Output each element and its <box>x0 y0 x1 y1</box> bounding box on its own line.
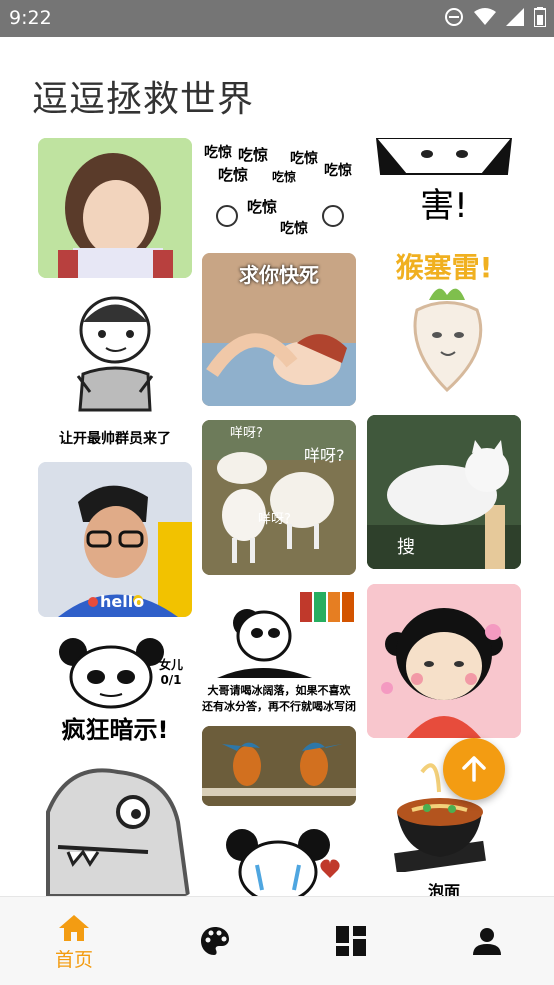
amazed-text-7: 吃惊 <box>247 198 278 216</box>
status-bar: 9:22 <box>0 0 554 37</box>
nav-label-home: 首页 <box>54 949 93 971</box>
dinosaur-image <box>46 768 191 896</box>
nav-item-dashboard[interactable] <box>282 897 420 985</box>
crying-panda-image <box>226 829 340 896</box>
nav-item-profile[interactable] <box>418 897 554 985</box>
panda-man-image <box>76 296 154 412</box>
kingfisher-image <box>202 726 356 806</box>
status-icons <box>444 7 546 27</box>
meme-tile-amazed[interactable]: 吃惊 吃惊 吃惊 吃惊 吃惊 吃惊 吃惊 吃惊 <box>202 138 356 240</box>
sheep-caption-1: 咩呀? <box>230 426 263 441</box>
scroll-to-top-button[interactable] <box>443 738 505 800</box>
panda-badge: 女儿 0/1 <box>158 658 183 687</box>
meme-tile-crazy-hint[interactable]: 女儿 0/1 疯狂暗示! <box>38 632 192 742</box>
cat-caption: 搜 <box>397 537 415 558</box>
please-die-caption: 求你快死 <box>239 263 319 287</box>
meme-tile-radish[interactable]: 猴塞雷! <box>367 240 521 400</box>
battery-icon <box>534 7 546 27</box>
ice-water-line-1: 大哥请喝冰阔落，如果不喜欢 <box>207 684 351 697</box>
anime-girl-image <box>38 138 192 278</box>
hai-face-image <box>375 138 513 175</box>
crazy-hint-caption: 疯狂暗示! <box>61 716 169 742</box>
noodle-caption: 泡面 <box>427 882 460 896</box>
sheep-caption-3: 咩呀? <box>258 512 291 527</box>
meme-tile-group-leader[interactable]: 让开最帅群员来了 <box>38 282 192 452</box>
meme-tile-crying-panda[interactable] <box>202 820 356 896</box>
meme-tile-anime-girl[interactable] <box>38 138 192 278</box>
do-not-disturb-icon <box>445 8 463 26</box>
meme-tile-girl-face[interactable] <box>367 584 521 738</box>
meme-tile-hello-boy[interactable]: hello <box>38 462 192 617</box>
meme-tile-cat[interactable]: 搜 <box>367 415 521 569</box>
ice-water-line-2: 还有冰分答，再不行就喝冰写闭 <box>202 700 356 713</box>
group-leader-caption: 让开最帅群员来了 <box>59 431 171 447</box>
signal-icon <box>506 8 524 26</box>
meme-tile-sheep[interactable]: 咩呀? 咩呀? 咩呀? <box>202 420 356 575</box>
person-icon <box>473 928 501 955</box>
girl-face-image <box>367 584 521 738</box>
amazed-text-1: 吃惊 <box>204 145 232 161</box>
wifi-icon <box>474 8 496 25</box>
meme-tile-dinosaur[interactable] <box>38 752 192 896</box>
nav-item-palette[interactable] <box>146 897 284 985</box>
home-icon <box>59 915 89 941</box>
page-title: 逗逗拯救世界 <box>32 79 255 120</box>
bottom-nav: 首页 <box>0 896 554 985</box>
palette-icon <box>201 927 229 955</box>
nav-item-home[interactable]: 首页 <box>5 897 143 985</box>
amazed-text-6: 吃惊 <box>272 170 297 184</box>
amazed-text-5: 吃惊 <box>218 166 249 184</box>
radish-caption: 猴塞雷! <box>395 251 493 284</box>
amazed-text-2: 吃惊 <box>238 146 269 164</box>
sheep-caption-2: 咩呀? <box>304 446 345 465</box>
panda-drinks-image <box>217 592 354 678</box>
amazed-text-3: 吃惊 <box>290 151 318 167</box>
meme-tile-kingfisher[interactable] <box>202 726 356 806</box>
meme-tile-ice-water[interactable]: 大哥请喝冰阔落，如果不喜欢 还有冰分答，再不行就喝冰写闭 <box>202 588 356 716</box>
white-cat-image <box>367 415 521 569</box>
status-time: 9:22 <box>9 7 52 29</box>
amazed-text-8: 吃惊 <box>280 221 308 237</box>
meme-tile-please-die[interactable]: 求你快死 <box>202 253 356 406</box>
amazed-text-4: 吃惊 <box>324 163 352 179</box>
dashboard-icon <box>336 926 366 956</box>
meme-tile-hai[interactable]: 害! <box>367 138 521 228</box>
hai-caption: 害! <box>420 186 468 226</box>
hello-caption: hello <box>100 592 145 611</box>
arrow-up-icon <box>462 756 486 782</box>
